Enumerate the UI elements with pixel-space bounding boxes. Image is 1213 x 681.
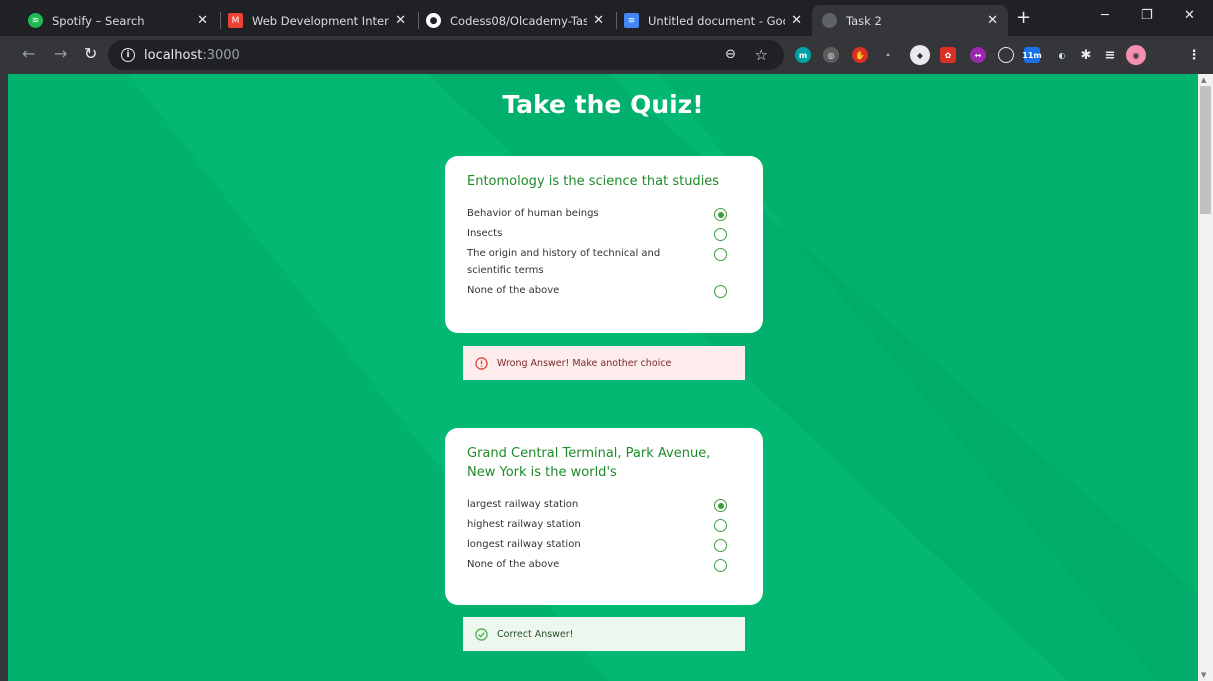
option-label: None of the above [467,285,560,296]
option-label: Behavior of human beings [467,208,599,219]
answer-option[interactable]: None of the above [467,282,741,299]
browser-toolbar: ← → ↻ i localhost:3000 ⊖ ☆ m ◎ ✋ • ◆ ✿ ↔… [0,36,1213,74]
tab-google-docs[interactable]: ≡ Untitled document - Googl ✕ [614,5,812,36]
tab-task-2[interactable]: Task 2 ✕ [812,5,1008,36]
new-tab-button[interactable]: + [1016,9,1031,27]
extension-purple-icon[interactable]: ↔ [970,47,986,63]
question-text: Grand Central Terminal, Park Avenue, New… [467,446,711,480]
answer-option[interactable]: longest railway station [467,536,741,553]
extension-mic-icon[interactable]: • [880,47,896,63]
scroll-up-icon[interactable]: ▲ [1201,76,1206,84]
radio-button-selected[interactable] [714,208,727,221]
back-icon[interactable]: ← [22,45,35,63]
option-label: None of the above [467,559,560,570]
github-icon: ● [426,13,441,28]
extension-m-icon[interactable]: m [795,47,811,63]
spotify-icon: ≋ [28,13,43,28]
site-info-icon[interactable]: i [121,48,135,62]
scroll-down-icon[interactable]: ▼ [1201,671,1206,679]
extension-moon-icon[interactable]: ◐ [1054,47,1070,63]
google-docs-icon: ≡ [624,13,639,28]
check-circle-icon [475,627,488,641]
close-icon[interactable]: ✕ [593,13,604,28]
page-viewport: Take the Quiz! Entomology is the science… [8,74,1198,681]
answer-option[interactable]: highest railway station [467,516,741,533]
error-icon [475,356,488,370]
question-card: Entomology is the science that studies B… [445,156,763,333]
address-bar[interactable]: i localhost:3000 ⊖ ☆ [108,40,784,70]
scrollbar-thumb[interactable] [1200,86,1211,214]
question-text: Entomology is the science that studies [467,174,720,189]
gmail-icon: M [228,13,243,28]
feedback-text: Correct Answer! [497,628,574,640]
menu-dots-icon[interactable]: ⋮ [1186,47,1202,63]
window-edge [0,74,8,681]
close-icon[interactable]: ✕ [791,13,802,28]
feedback-text: Wrong Answer! Make another choice [497,357,672,369]
answer-option[interactable]: None of the above [467,556,741,573]
radio-button[interactable] [714,539,727,552]
answer-option[interactable]: The origin and history of technical and … [467,245,741,279]
answer-option[interactable]: largest railway station [467,496,741,513]
extension-stop-icon[interactable]: ✋ [852,47,868,63]
minimize-icon[interactable]: ─ [1101,8,1109,23]
url-port: :3000 [202,47,240,63]
extension-target-icon[interactable] [998,47,1014,63]
extension-avatar-icon[interactable]: ◆ [910,45,930,65]
close-icon[interactable]: ✕ [987,13,998,28]
restore-icon[interactable]: ❐ [1141,8,1153,23]
option-label: The origin and history of technical and … [467,248,661,276]
profile-avatar-icon[interactable]: ◉ [1126,45,1146,65]
feedback-alert-success: Correct Answer! [463,617,745,651]
radio-button[interactable] [714,248,727,261]
page-title: Take the Quiz! [502,90,704,119]
tab-gmail[interactable]: M Web Development Internsh ✕ [218,5,416,36]
radio-button[interactable] [714,228,727,241]
url-host: localhost [144,47,203,63]
globe-icon [822,13,837,28]
extensions-puzzle-icon[interactable]: ✱ [1078,47,1094,63]
answer-option[interactable]: Behavior of human beings [467,205,741,222]
zoom-icon[interactable]: ⊖ [725,47,736,62]
option-label: Insects [467,228,503,239]
tab-github[interactable]: ● Codess08/Olcademy-Task-3 ✕ [416,5,614,36]
tab-title: Web Development Internsh [252,13,389,28]
radio-button-selected[interactable] [714,499,727,512]
radio-button[interactable] [714,519,727,532]
bookmark-star-icon[interactable]: ☆ [755,46,768,64]
question-card: Grand Central Terminal, Park Avenue, New… [445,428,763,605]
option-label: largest railway station [467,499,579,510]
window-close-icon[interactable]: ✕ [1184,8,1195,23]
forward-icon[interactable]: → [54,45,67,63]
close-icon[interactable]: ✕ [197,13,208,28]
tab-title: Untitled document - Googl [648,13,786,28]
reload-icon[interactable]: ↻ [84,45,97,63]
option-label: highest railway station [467,519,581,530]
tab-title: Spotify – Search [52,13,145,28]
tab-spotify[interactable]: ≋ Spotify – Search ✕ [18,5,218,36]
extension-red-icon[interactable]: ✿ [940,47,956,63]
feedback-alert-error: Wrong Answer! Make another choice [463,346,745,380]
close-icon[interactable]: ✕ [395,13,406,28]
tab-strip: ≋ Spotify – Search ✕ M Web Development I… [0,0,1213,36]
scrollbar[interactable]: ▲ ▼ [1198,74,1213,681]
radio-button[interactable] [714,559,727,572]
tab-title: Codess08/Olcademy-Task-3 [450,13,588,28]
tab-title: Task 2 [846,13,882,28]
option-label: longest railway station [467,539,581,550]
reading-list-icon[interactable]: ≡ [1102,47,1118,63]
answer-option[interactable]: Insects [467,225,741,242]
radio-button[interactable] [714,285,727,298]
extension-glasses-icon[interactable]: ◎ [823,47,839,63]
extension-timer-icon[interactable]: 11m [1022,47,1042,63]
